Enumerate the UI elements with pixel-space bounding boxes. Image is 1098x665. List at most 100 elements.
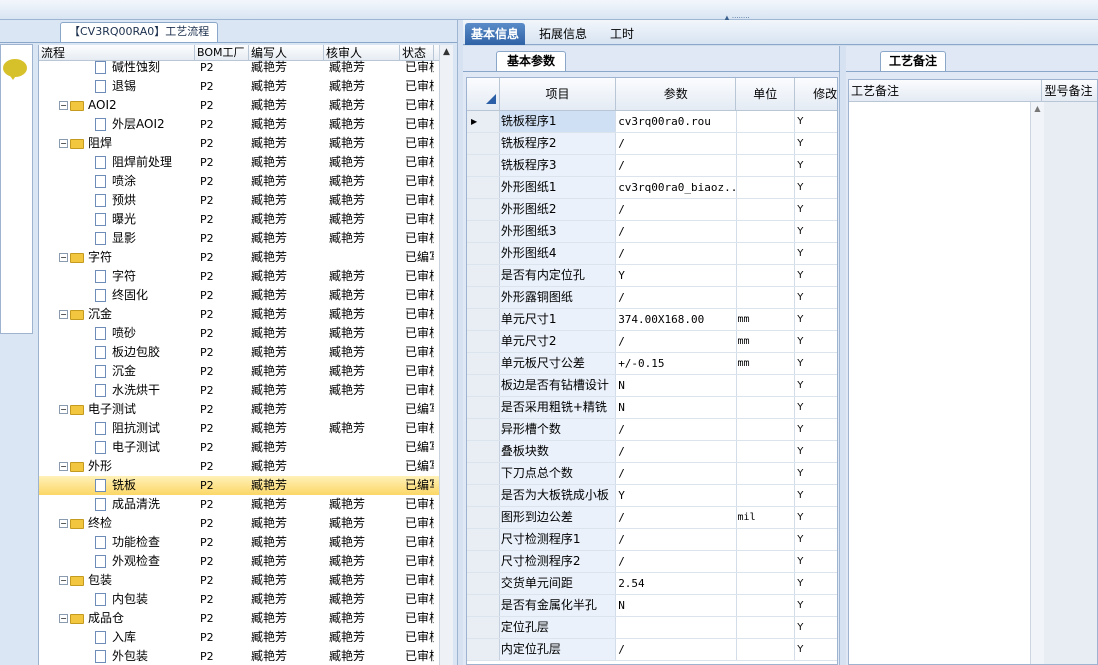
tree-node[interactable]: − 阻焊 [39, 134, 195, 153]
param-value-cell[interactable]: / [616, 221, 737, 242]
tree-row[interactable]: − 沉金 P2 臧艳芳 臧艳芳 已审核 [39, 305, 453, 324]
param-unit-cell[interactable] [737, 397, 796, 418]
param-modify-cell[interactable]: Y [795, 551, 837, 572]
param-row[interactable]: 单元尺寸2/mm Y [467, 331, 837, 353]
param-unit-cell[interactable] [737, 529, 796, 550]
param-unit-cell[interactable]: mm [737, 331, 796, 352]
process-flow-tab[interactable]: 【CV3RQ00RA0】工艺流程 [60, 22, 219, 42]
tab-basic-params[interactable]: 基本参数 [496, 51, 566, 71]
param-modify-cell[interactable]: Y [795, 463, 837, 484]
tree-node[interactable]: − 成品仓 [39, 609, 195, 628]
tree-row[interactable]: 外包装 P2 臧艳芳 臧艳芳 已审核 [39, 647, 453, 665]
param-modify-cell[interactable]: Y [795, 133, 837, 154]
collapse-icon[interactable]: − [59, 519, 68, 528]
param-row[interactable]: 定位孔层 Y [467, 617, 837, 639]
param-unit-cell[interactable] [737, 111, 796, 132]
param-unit-cell[interactable] [737, 463, 796, 484]
row-selector[interactable] [467, 243, 500, 264]
row-selector[interactable] [467, 485, 500, 506]
tree-row[interactable]: 水洗烘干 P2 臧艳芳 臧艳芳 已审核 [39, 381, 453, 400]
param-value-cell[interactable]: / [616, 639, 737, 660]
row-selector[interactable] [467, 331, 500, 352]
tree-node[interactable]: 预烘 [39, 191, 195, 210]
param-unit-cell[interactable] [737, 617, 796, 638]
tree-row[interactable]: 铣板 P2 臧艳芳 已编写 [39, 476, 453, 495]
param-modify-cell[interactable]: Y [795, 507, 837, 528]
param-unit-cell[interactable] [737, 133, 796, 154]
param-value-cell[interactable]: / [616, 441, 737, 462]
param-value-cell[interactable]: / [616, 331, 737, 352]
param-modify-cell[interactable]: Y [795, 639, 837, 660]
tree-row[interactable]: 内包装 P2 臧艳芳 臧艳芳 已审核 [39, 590, 453, 609]
param-unit-cell[interactable] [737, 419, 796, 440]
param-value-cell[interactable]: / [616, 243, 737, 264]
row-selector[interactable] [467, 573, 500, 594]
collapse-icon[interactable]: − [59, 462, 68, 471]
chat-bubble-icon[interactable] [3, 59, 27, 80]
tree-row[interactable]: 外层AOI2 P2 臧艳芳 臧艳芳 已审核 [39, 115, 453, 134]
row-selector[interactable] [467, 353, 500, 374]
tree-node[interactable]: 阻抗测试 [39, 419, 195, 438]
tree-node[interactable]: − 终检 [39, 514, 195, 533]
tree-node[interactable]: 板边包胶 [39, 343, 195, 362]
param-unit-cell[interactable] [737, 199, 796, 220]
tree-node[interactable]: 水洗烘干 [39, 381, 195, 400]
tree-scrollbar[interactable]: ▲ [439, 45, 453, 665]
row-header-corner[interactable] [467, 78, 500, 110]
param-modify-cell[interactable]: Y [795, 595, 837, 616]
param-modify-cell[interactable]: Y [795, 485, 837, 506]
tree-row[interactable]: − 成品仓 P2 臧艳芳 臧艳芳 已审核 [39, 609, 453, 628]
row-selector[interactable] [467, 507, 500, 528]
tree-node[interactable]: − 字符 [39, 248, 195, 267]
row-selector[interactable] [467, 375, 500, 396]
param-row[interactable]: 下刀点总个数 / Y [467, 463, 837, 485]
param-unit-cell[interactable] [737, 485, 796, 506]
row-selector[interactable]: ▶ [467, 111, 500, 132]
tree-node[interactable]: 曝光 [39, 210, 195, 229]
param-row[interactable]: 内定位孔层 / Y [467, 639, 837, 661]
collapse-icon[interactable]: − [59, 405, 68, 414]
row-selector[interactable] [467, 287, 500, 308]
param-modify-cell[interactable]: Y [795, 331, 837, 352]
param-modify-cell[interactable]: Y [795, 111, 837, 132]
param-value-cell[interactable]: / [616, 463, 737, 484]
tree-row[interactable]: 入库 P2 臧艳芳 臧艳芳 已审核 [39, 628, 453, 647]
param-value-cell[interactable] [616, 617, 737, 638]
param-unit-cell[interactable] [737, 243, 796, 264]
tree-row[interactable]: 喷涂 P2 臧艳芳 臧艳芳 已审核 [39, 172, 453, 191]
tree-node[interactable]: 阻焊前处理 [39, 153, 195, 172]
scroll-up-icon[interactable]: ▲ [1031, 102, 1044, 116]
param-modify-cell[interactable]: Y [795, 287, 837, 308]
param-row[interactable]: 图形到边公差 / mil Y [467, 507, 837, 529]
param-value-cell[interactable]: +/-0.15 [616, 353, 737, 374]
tree-row[interactable]: − 终检 P2 臧艳芳 臧艳芳 已审核 [39, 514, 453, 533]
tree-row[interactable]: 阻焊前处理 P2 臧艳芳 臧艳芳 已审核 [39, 153, 453, 172]
param-unit-cell[interactable] [737, 265, 796, 286]
param-row[interactable]: 外形图纸2/ Y [467, 199, 837, 221]
row-selector[interactable] [467, 155, 500, 176]
tree-node[interactable]: 退锡 [39, 77, 195, 96]
collapse-icon[interactable]: − [59, 101, 68, 110]
param-value-cell[interactable]: 374.00X168.00 [616, 309, 737, 330]
collapse-icon[interactable]: − [59, 614, 68, 623]
param-value-cell[interactable]: / [616, 199, 737, 220]
row-selector[interactable] [467, 199, 500, 220]
tree-node[interactable]: 外层AOI2 [39, 115, 195, 134]
param-row[interactable]: 外形图纸4/ Y [467, 243, 837, 265]
tree-node[interactable]: 内包装 [39, 590, 195, 609]
col-value[interactable]: 参数 [616, 78, 737, 110]
param-modify-cell[interactable]: Y [795, 419, 837, 440]
param-unit-cell[interactable] [737, 375, 796, 396]
param-row[interactable]: 是否为大板铣成小板 Y Y [467, 485, 837, 507]
tree-node[interactable]: 沉金 [39, 362, 195, 381]
param-unit-cell[interactable] [737, 221, 796, 242]
param-value-cell[interactable]: / [616, 507, 737, 528]
param-modify-cell[interactable]: Y [795, 397, 837, 418]
collapse-icon[interactable]: − [59, 139, 68, 148]
tab-work-hours[interactable]: 工时 [604, 23, 640, 45]
tree-row[interactable]: 功能检查 P2 臧艳芳 臧艳芳 已审核 [39, 533, 453, 552]
tree-node[interactable]: − 电子测试 [39, 400, 195, 419]
param-unit-cell[interactable]: mm [737, 353, 796, 374]
param-modify-cell[interactable]: Y [795, 309, 837, 330]
param-value-cell[interactable]: / [616, 551, 737, 572]
